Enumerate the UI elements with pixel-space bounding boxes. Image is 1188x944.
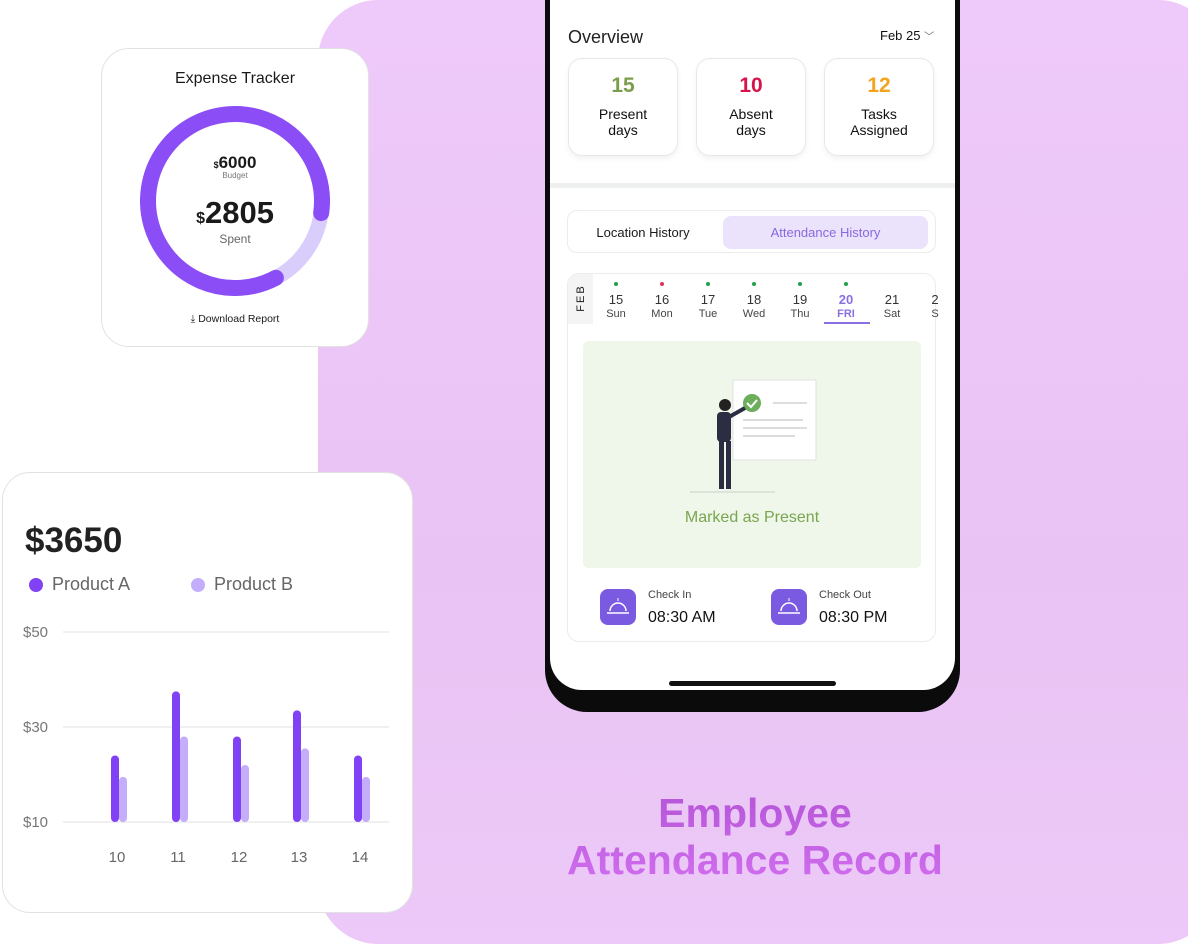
tab-attendance-history[interactable]: Attendance History — [723, 216, 928, 249]
day-number: 21 — [884, 292, 900, 307]
day-weekday: Tue — [698, 308, 718, 320]
bar-product-b — [119, 776, 127, 822]
calendar-day[interactable]: 19 Thu — [777, 282, 823, 321]
download-icon: ⤓ — [190, 313, 196, 325]
sales-total: $3650 — [25, 521, 123, 560]
stat-tasks: 12 Tasks Assigned — [824, 58, 934, 156]
overview-title: Overview — [568, 27, 644, 47]
calendar-day[interactable]: 21 Sat — [869, 282, 915, 321]
day-number: 19 — [792, 292, 808, 307]
day-number: 18 — [746, 292, 762, 307]
calendar-day[interactable]: 15 Sun — [593, 282, 639, 321]
bar-product-b — [362, 776, 370, 822]
bar-product-a — [172, 691, 180, 822]
day-status-dot — [844, 282, 848, 286]
chevron-down-icon: ﹀ — [924, 32, 935, 43]
day-weekday: Sat — [883, 308, 901, 320]
home-indicator[interactable] — [669, 681, 836, 686]
x-tick-label: 10 — [109, 849, 126, 866]
sunset-icon — [771, 589, 807, 625]
stat-present: 15 Present days — [568, 58, 678, 156]
check-in-label: Check In — [648, 589, 692, 601]
budget-value: $6000 — [213, 153, 257, 172]
expense-title: Expense Tracker — [174, 70, 296, 87]
budget-label: Budget — [222, 171, 248, 180]
day-status-dot — [614, 282, 618, 286]
day-number: 15 — [608, 292, 624, 307]
check-out-time: 08:30 PM — [819, 609, 888, 626]
x-tick-label: 12 — [231, 849, 248, 866]
bar-product-b — [301, 748, 309, 822]
day-weekday: Sun — [606, 308, 626, 320]
day-status-dot — [890, 282, 894, 286]
y-tick-label: $50 — [23, 624, 48, 641]
day-number: 2 — [931, 292, 939, 307]
day-number: 20 — [838, 292, 854, 307]
day-status-dot — [660, 282, 664, 286]
calendar-day[interactable]: 2S — [912, 282, 958, 321]
bar-product-a — [293, 710, 301, 822]
day-status-dot — [752, 282, 756, 286]
calendar-day[interactable]: 20 FRI — [823, 282, 869, 321]
calendar-day[interactable]: 17 Tue — [685, 282, 731, 321]
calendar-day[interactable]: 16 Mon — [639, 282, 685, 321]
bar-product-b — [180, 736, 188, 822]
day-number: 17 — [700, 292, 716, 307]
day-status-dot — [706, 282, 710, 286]
period-dropdown[interactable]: Feb 25 ﹀ — [880, 28, 934, 43]
bar-product-a — [233, 736, 241, 822]
y-tick-label: $10 — [23, 814, 48, 831]
expense-tracker-card: Expense Tracker $6000 Budget $2805 Spent… — [101, 48, 369, 347]
status-text: Marked as Present — [684, 509, 820, 526]
day-weekday: FRI — [837, 308, 855, 320]
y-tick-label: $30 — [23, 719, 48, 736]
bar-product-b — [241, 765, 249, 822]
day-weekday: S — [931, 308, 939, 320]
headline: Employee Attendance Record — [540, 790, 970, 884]
download-report-button[interactable]: ⤓ Download Report — [102, 313, 368, 326]
bar-product-a — [354, 755, 362, 822]
day-number: 16 — [654, 292, 670, 307]
bar-product-a — [111, 755, 119, 822]
sunrise-icon — [600, 589, 636, 625]
x-tick-label: 14 — [352, 849, 369, 866]
day-weekday: Wed — [742, 308, 766, 320]
check-out-label: Check Out — [819, 589, 871, 601]
tab-location-history[interactable]: Location History — [572, 216, 714, 249]
day-weekday: Thu — [790, 308, 810, 320]
calendar-day[interactable]: 18 Wed — [731, 282, 777, 321]
spent-value: $2805 — [196, 195, 274, 230]
legend-product-b: Product B — [191, 574, 293, 595]
legend-product-a: Product A — [29, 574, 130, 595]
present-illustration — [690, 379, 817, 493]
x-tick-label: 11 — [170, 849, 186, 866]
bar-chart: $50 $30 $10 10 11 12 13 14 — [23, 624, 389, 866]
day-status-dot — [798, 282, 802, 286]
x-tick-label: 13 — [291, 849, 308, 866]
section-divider — [550, 183, 955, 188]
check-in-time: 08:30 AM — [648, 609, 716, 626]
day-weekday: Mon — [651, 308, 673, 320]
stat-absent: 10 Absent days — [696, 58, 806, 156]
sales-chart-card: $3650 Product A Product B $50 $30 $10 10 11 1… — [2, 472, 413, 913]
month-label: FEB — [568, 274, 593, 324]
day-status-dot — [933, 282, 937, 286]
spent-label: Spent — [219, 232, 251, 246]
selected-day-underline — [824, 322, 870, 324]
